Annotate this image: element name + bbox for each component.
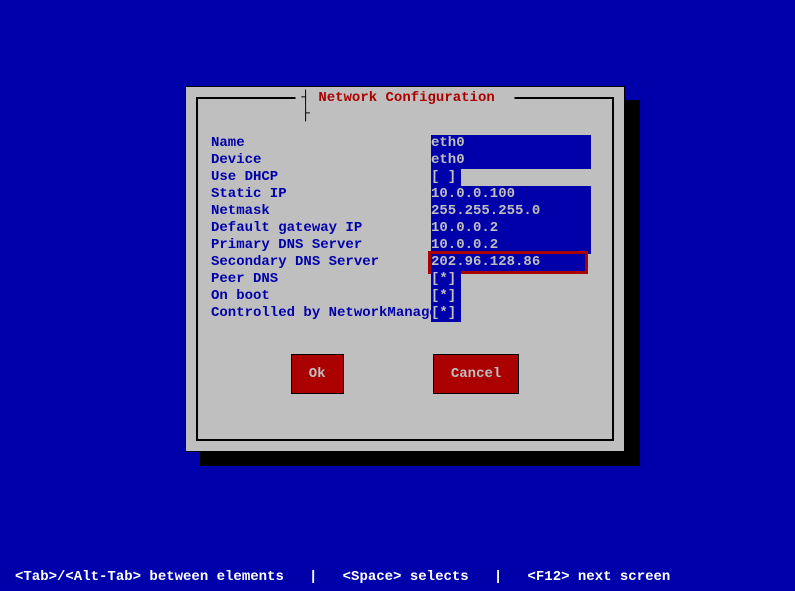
ok-button[interactable]: Ok [292, 355, 343, 393]
row-gateway: Default gateway IP 10.0.0.2 [211, 220, 599, 237]
row-secondary-dns: Secondary DNS Server 202.96.128.86 [211, 254, 599, 271]
checkbox-on-boot[interactable]: [*] [431, 288, 461, 305]
cancel-button-wrapper: Cancel [434, 355, 518, 393]
ok-button-wrapper: Ok [292, 355, 343, 393]
label-use-dhcp: Use DHCP [211, 169, 431, 186]
checkbox-use-dhcp[interactable]: [ ] [431, 169, 461, 186]
checkbox-peer-dns[interactable]: [*] [431, 271, 461, 288]
row-controlled-nm: Controlled by NetworkManager [*] [211, 305, 599, 322]
input-static-ip[interactable]: 10.0.0.100 [431, 186, 591, 203]
input-netmask[interactable]: 255.255.255.0 [431, 203, 591, 220]
label-secondary-dns: Secondary DNS Server [211, 254, 431, 271]
checkbox-controlled-nm[interactable]: [*] [431, 305, 461, 322]
row-use-dhcp: Use DHCP [ ] [211, 169, 599, 186]
row-device: Device eth0 [211, 152, 599, 169]
dialog-title: ┤ Network Configuration ├ [296, 90, 515, 122]
label-peer-dns: Peer DNS [211, 271, 431, 288]
label-netmask: Netmask [211, 203, 431, 220]
form-area: Name eth0 Device eth0 Use DHCP [ ] Stati… [211, 135, 599, 322]
input-gateway[interactable]: 10.0.0.2 [431, 220, 591, 237]
label-name: Name [211, 135, 431, 152]
row-netmask: Netmask 255.255.255.0 [211, 203, 599, 220]
label-device: Device [211, 152, 431, 169]
label-gateway: Default gateway IP [211, 220, 431, 237]
input-name[interactable]: eth0 [431, 135, 591, 152]
input-device[interactable]: eth0 [431, 152, 591, 169]
label-primary-dns: Primary DNS Server [211, 237, 431, 254]
label-on-boot: On boot [211, 288, 431, 305]
footer-hint: <Tab>/<Alt-Tab> between elements | <Spac… [15, 569, 670, 585]
button-row: Ok Cancel [186, 355, 624, 393]
label-static-ip: Static IP [211, 186, 431, 203]
label-controlled-nm: Controlled by NetworkManager [211, 305, 431, 322]
row-name: Name eth0 [211, 135, 599, 152]
network-config-dialog: ┤ Network Configuration ├ Name eth0 Devi… [185, 86, 625, 452]
row-on-boot: On boot [*] [211, 288, 599, 305]
cancel-button[interactable]: Cancel [434, 355, 518, 393]
row-static-ip: Static IP 10.0.0.100 [211, 186, 599, 203]
